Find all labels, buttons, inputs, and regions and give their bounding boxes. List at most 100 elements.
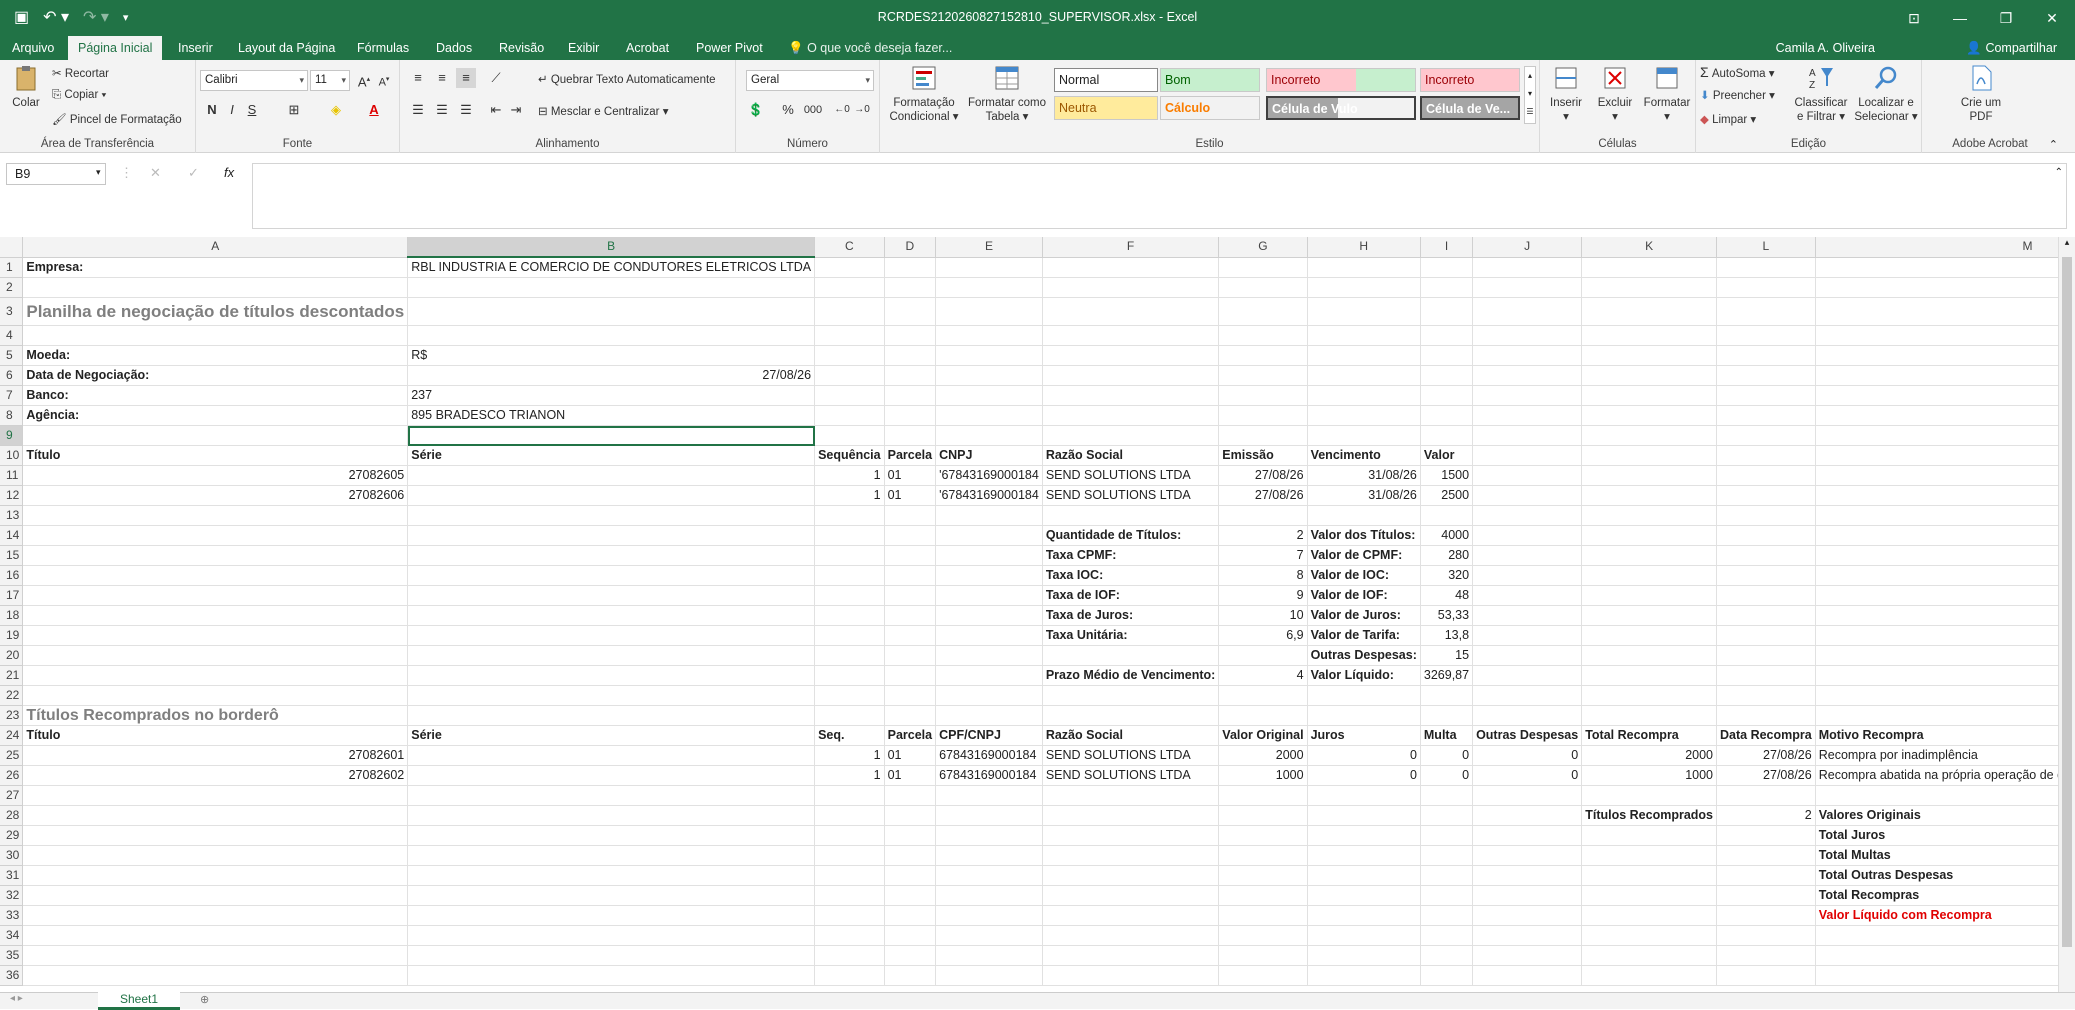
cell[interactable]: Emissão: [1218, 445, 1308, 466]
cell[interactable]: [884, 297, 937, 326]
cell[interactable]: [22, 665, 409, 686]
cell[interactable]: [407, 705, 816, 726]
cell[interactable]: [1472, 905, 1583, 926]
cell[interactable]: 67843169000184: [935, 765, 1043, 786]
cell[interactable]: [1716, 505, 1816, 526]
cell[interactable]: [935, 845, 1043, 866]
cell[interactable]: 27082602: [22, 765, 409, 786]
cell[interactable]: [884, 705, 937, 726]
row-header[interactable]: 17: [0, 585, 24, 606]
cell[interactable]: [1218, 385, 1308, 406]
cell[interactable]: [814, 545, 885, 566]
cell[interactable]: [814, 625, 885, 646]
cell[interactable]: [1581, 885, 1718, 906]
shrink-font-icon[interactable]: A▾: [374, 70, 394, 90]
cell[interactable]: [814, 277, 885, 298]
cell[interactable]: [884, 665, 937, 686]
cell[interactable]: [1218, 965, 1308, 986]
cell[interactable]: [407, 965, 816, 986]
cell[interactable]: [884, 385, 937, 406]
cell[interactable]: 27/08/26: [1218, 465, 1308, 486]
cell[interactable]: Moeda:: [22, 345, 409, 366]
cell[interactable]: [814, 965, 885, 986]
cell[interactable]: [935, 545, 1043, 566]
cell[interactable]: [814, 905, 885, 926]
cell[interactable]: [1420, 505, 1474, 526]
cell[interactable]: Valor dos Títulos:: [1307, 525, 1421, 546]
cell[interactable]: [1042, 257, 1220, 278]
number-format-combo[interactable]: Geral: [746, 70, 874, 91]
cell[interactable]: [1716, 945, 1816, 966]
cell[interactable]: [22, 525, 409, 546]
cell[interactable]: Parcela: [884, 445, 937, 466]
bold-button[interactable]: N: [202, 100, 222, 120]
row-header[interactable]: 6: [0, 365, 24, 386]
cell[interactable]: Banco:: [22, 385, 409, 406]
cell[interactable]: [1472, 425, 1583, 446]
cell[interactable]: [1581, 845, 1718, 866]
cell[interactable]: [407, 297, 816, 326]
row-header[interactable]: 32: [0, 885, 24, 906]
cell[interactable]: [1581, 445, 1718, 466]
cell[interactable]: [1716, 905, 1816, 926]
cell[interactable]: [22, 605, 409, 626]
cell[interactable]: [1815, 365, 2075, 386]
cell[interactable]: [1472, 505, 1583, 526]
cell[interactable]: [1218, 325, 1308, 346]
cell[interactable]: [1581, 505, 1718, 526]
cell[interactable]: [1716, 925, 1816, 946]
cell[interactable]: [935, 885, 1043, 906]
cell[interactable]: [935, 825, 1043, 846]
name-box[interactable]: B9: [6, 163, 106, 185]
cell[interactable]: [1472, 625, 1583, 646]
format-painter-button[interactable]: 🖌 Pincel de Formatação: [52, 112, 182, 126]
cell[interactable]: Taxa CPMF:: [1042, 545, 1220, 566]
tab-layout[interactable]: Layout da Página: [236, 36, 337, 60]
cell[interactable]: [1716, 665, 1816, 686]
cell[interactable]: [407, 865, 816, 886]
cell[interactable]: [884, 525, 937, 546]
cell[interactable]: [407, 485, 816, 506]
tab-inserir[interactable]: Inserir: [176, 36, 215, 60]
cell[interactable]: [935, 425, 1043, 446]
cell[interactable]: 67843169000184: [935, 745, 1043, 766]
row-header[interactable]: 21: [0, 665, 24, 686]
fill-button[interactable]: ⬇ Preencher ▾: [1700, 88, 1775, 102]
cell[interactable]: [884, 945, 937, 966]
grow-font-icon[interactable]: A▴: [354, 70, 374, 90]
cell[interactable]: Títulos Recomprados no borderô: [22, 705, 409, 726]
cell[interactable]: [1472, 277, 1583, 298]
row-header[interactable]: 20: [0, 645, 24, 666]
cell[interactable]: [814, 257, 885, 278]
cell[interactable]: [1581, 685, 1718, 706]
cell[interactable]: [22, 785, 409, 806]
cell[interactable]: 01: [884, 765, 937, 786]
cell[interactable]: [1581, 297, 1718, 326]
cell[interactable]: [1042, 365, 1220, 386]
row-header[interactable]: 2: [0, 277, 24, 298]
cell[interactable]: [1581, 585, 1718, 606]
cell[interactable]: [22, 645, 409, 666]
select-all-corner[interactable]: [0, 237, 24, 258]
cell[interactable]: Recompra abatida na própria operação de …: [1815, 765, 2075, 786]
cell[interactable]: 320: [1420, 565, 1474, 586]
align-center-icon[interactable]: ☰: [432, 100, 452, 120]
cell[interactable]: [1716, 485, 1816, 506]
cell[interactable]: [884, 805, 937, 826]
row-header[interactable]: 29: [0, 825, 24, 846]
cell[interactable]: Juros: [1307, 725, 1421, 746]
cell[interactable]: [1815, 345, 2075, 366]
cell[interactable]: [1716, 845, 1816, 866]
col-header[interactable]: F: [1042, 237, 1220, 258]
cell[interactable]: [1307, 297, 1421, 326]
row-header[interactable]: 23: [0, 705, 24, 726]
cell[interactable]: [1420, 805, 1474, 826]
cell[interactable]: [22, 965, 409, 986]
cell[interactable]: 9: [1218, 585, 1308, 606]
tab-acrobat[interactable]: Acrobat: [624, 36, 671, 60]
sheet-nav-icon[interactable]: ◂ ▸: [10, 993, 23, 1004]
cell[interactable]: 10: [1218, 605, 1308, 626]
row-header[interactable]: 3: [0, 297, 24, 326]
cell[interactable]: [1218, 645, 1308, 666]
cell[interactable]: 1000: [1218, 765, 1308, 786]
